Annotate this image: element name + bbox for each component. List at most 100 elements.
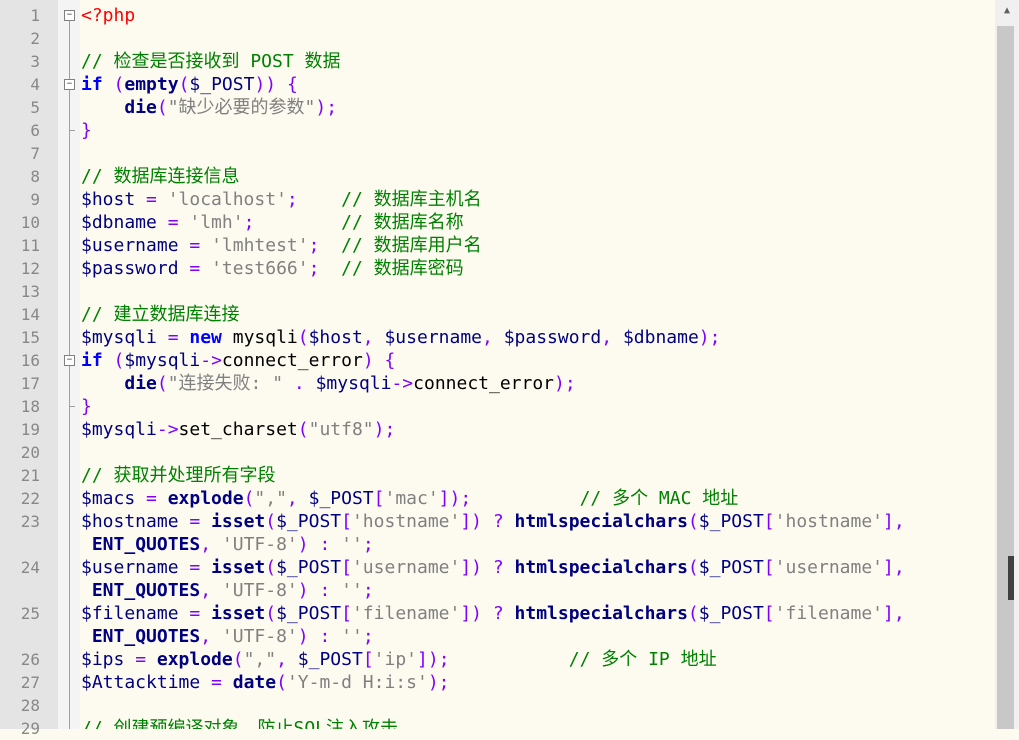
code-token: [: [373, 488, 385, 509]
code-token: .: [283, 373, 316, 394]
code-token: '': [341, 534, 363, 555]
code-token: "缺少必要的参数": [167, 97, 316, 118]
vertical-scrollbar[interactable]: ▲: [995, 0, 1019, 729]
code-line[interactable]: // 建立数据库连接: [81, 303, 240, 326]
code-token: htmlspecialchars: [514, 557, 688, 578]
code-token: $_POST: [276, 511, 342, 532]
code-token: =: [156, 212, 190, 233]
code-line[interactable]: }: [81, 119, 92, 142]
code-token: ]) ?: [460, 603, 515, 624]
code-token: $_POST: [308, 488, 374, 509]
line-number: 22: [20, 489, 40, 508]
code-line[interactable]: // 获取并处理所有字段: [81, 464, 276, 487]
code-token: ;: [308, 235, 320, 256]
code-token: // 数据库名称: [341, 212, 464, 233]
code-line[interactable]: $username = 'lmhtest'; // 数据库用户名: [81, 234, 482, 257]
code-token: $filename: [81, 603, 179, 624]
code-token: [: [341, 557, 352, 578]
code-editor[interactable]: <?php // 检查是否接收到 POST 数据 if (empty($_POST)…: [81, 0, 995, 729]
code-token: $mysqli: [124, 350, 201, 371]
code-line[interactable]: $filename = isset($_POST['filename']) ? …: [81, 602, 905, 625]
code-line[interactable]: die("缺少必要的参数");: [81, 96, 337, 119]
fold-toggle-icon[interactable]: −: [64, 79, 75, 90]
code-token: (: [178, 74, 190, 95]
code-line[interactable]: $mysqli->set_charset("utf8");: [81, 418, 395, 441]
code-token: ) :: [297, 626, 342, 647]
line-number: 10: [20, 213, 40, 232]
code-line[interactable]: $mysqli = new mysqli($host, $username, $…: [81, 326, 720, 349]
code-token: ,: [200, 534, 222, 555]
code-line[interactable]: // 检查是否接收到 POST 数据: [81, 50, 341, 73]
line-number: 7: [30, 144, 40, 163]
code-token: 'lmhtest': [211, 235, 309, 256]
code-token: }: [81, 120, 92, 141]
code-line[interactable]: <?php: [81, 4, 135, 27]
code-token: (: [113, 74, 125, 95]
code-token: 'mac': [384, 488, 439, 509]
code-token: "utf8": [308, 419, 374, 440]
code-line[interactable]: // 创建预编译对象，防止SQL注入攻击: [81, 717, 398, 729]
scrollbar-thumb[interactable]: [997, 26, 1014, 729]
code-token: empty: [124, 74, 179, 95]
scroll-up-arrow-icon[interactable]: ▲: [995, 0, 1019, 22]
code-line[interactable]: }: [81, 395, 92, 418]
code-token: ],: [883, 511, 905, 532]
code-line[interactable]: $dbname = 'lmh'; // 数据库名称: [81, 211, 464, 234]
code-token: connect_error: [413, 373, 555, 394]
code-token: ->: [200, 350, 222, 371]
code-line[interactable]: ENT_QUOTES, 'UTF-8') : '';: [81, 533, 374, 556]
code-token: $mysqli: [81, 419, 157, 440]
code-token: ENT_QUOTES: [91, 626, 201, 647]
code-token: // 数据库用户名: [341, 235, 482, 256]
fold-margin: − − −: [58, 0, 80, 729]
code-token: $password: [503, 327, 602, 348]
fold-toggle-icon[interactable]: −: [64, 10, 75, 21]
code-token: ,: [482, 327, 504, 348]
code-line[interactable]: die("连接失败: " . $mysqli->connect_error);: [81, 372, 575, 395]
code-token: )) {: [254, 74, 298, 95]
line-number: 5: [30, 98, 40, 117]
code-line[interactable]: $ips = explode(",", $_POST['ip']); // 多个…: [81, 648, 717, 671]
code-line[interactable]: // 数据库连接信息: [81, 165, 240, 188]
line-number: [0, 625, 40, 648]
code-line[interactable]: $username = isset($_POST['username']) ? …: [81, 556, 905, 579]
code-token: // 数据库主机名: [341, 189, 482, 210]
code-token: $macs: [81, 488, 136, 509]
code-token: 'UTF-8': [221, 626, 298, 647]
code-token: (: [276, 672, 287, 693]
code-line[interactable]: $macs = explode(",", $_POST['mac']); // …: [81, 487, 738, 510]
code-line[interactable]: ENT_QUOTES, 'UTF-8') : '';: [81, 579, 374, 602]
code-token: $username: [81, 557, 179, 578]
code-token: $_POST: [276, 557, 342, 578]
code-line[interactable]: $hostname = isset($_POST['hostname']) ? …: [81, 510, 905, 533]
line-number: 23: [20, 512, 40, 531]
fold-toggle-icon[interactable]: −: [64, 355, 75, 366]
code-line[interactable]: $Attacktime = date('Y-m-d H:i:s');: [81, 671, 450, 694]
code-token: 'hostname': [351, 511, 461, 532]
code-token: $Attacktime: [81, 672, 201, 693]
code-token: htmlspecialchars: [514, 603, 688, 624]
code-token: (: [156, 373, 168, 394]
code-line[interactable]: if (empty($_POST)) {: [81, 73, 298, 96]
code-token: 'UTF-8': [221, 580, 298, 601]
code-token: (: [265, 557, 277, 578]
line-number: 21: [20, 466, 40, 485]
code-token: ;: [362, 534, 374, 555]
code-token: (: [232, 649, 244, 670]
code-line[interactable]: $password = 'test666'; // 数据库密码: [81, 257, 464, 280]
code-token: ;: [286, 189, 298, 210]
line-number: 25: [20, 604, 40, 623]
code-token: =: [178, 557, 212, 578]
code-token: // 检查是否接收到 POST 数据: [81, 51, 341, 72]
code-line[interactable]: if ($mysqli->connect_error) {: [81, 349, 395, 372]
line-number: 12: [20, 259, 40, 278]
code-line[interactable]: ENT_QUOTES, 'UTF-8') : '';: [81, 625, 374, 648]
code-token: 'UTF-8': [221, 534, 298, 555]
line-number: 16: [20, 351, 40, 370]
code-line[interactable]: $host = 'localhost'; // 数据库主机名: [81, 188, 482, 211]
code-token: 'username': [774, 557, 884, 578]
